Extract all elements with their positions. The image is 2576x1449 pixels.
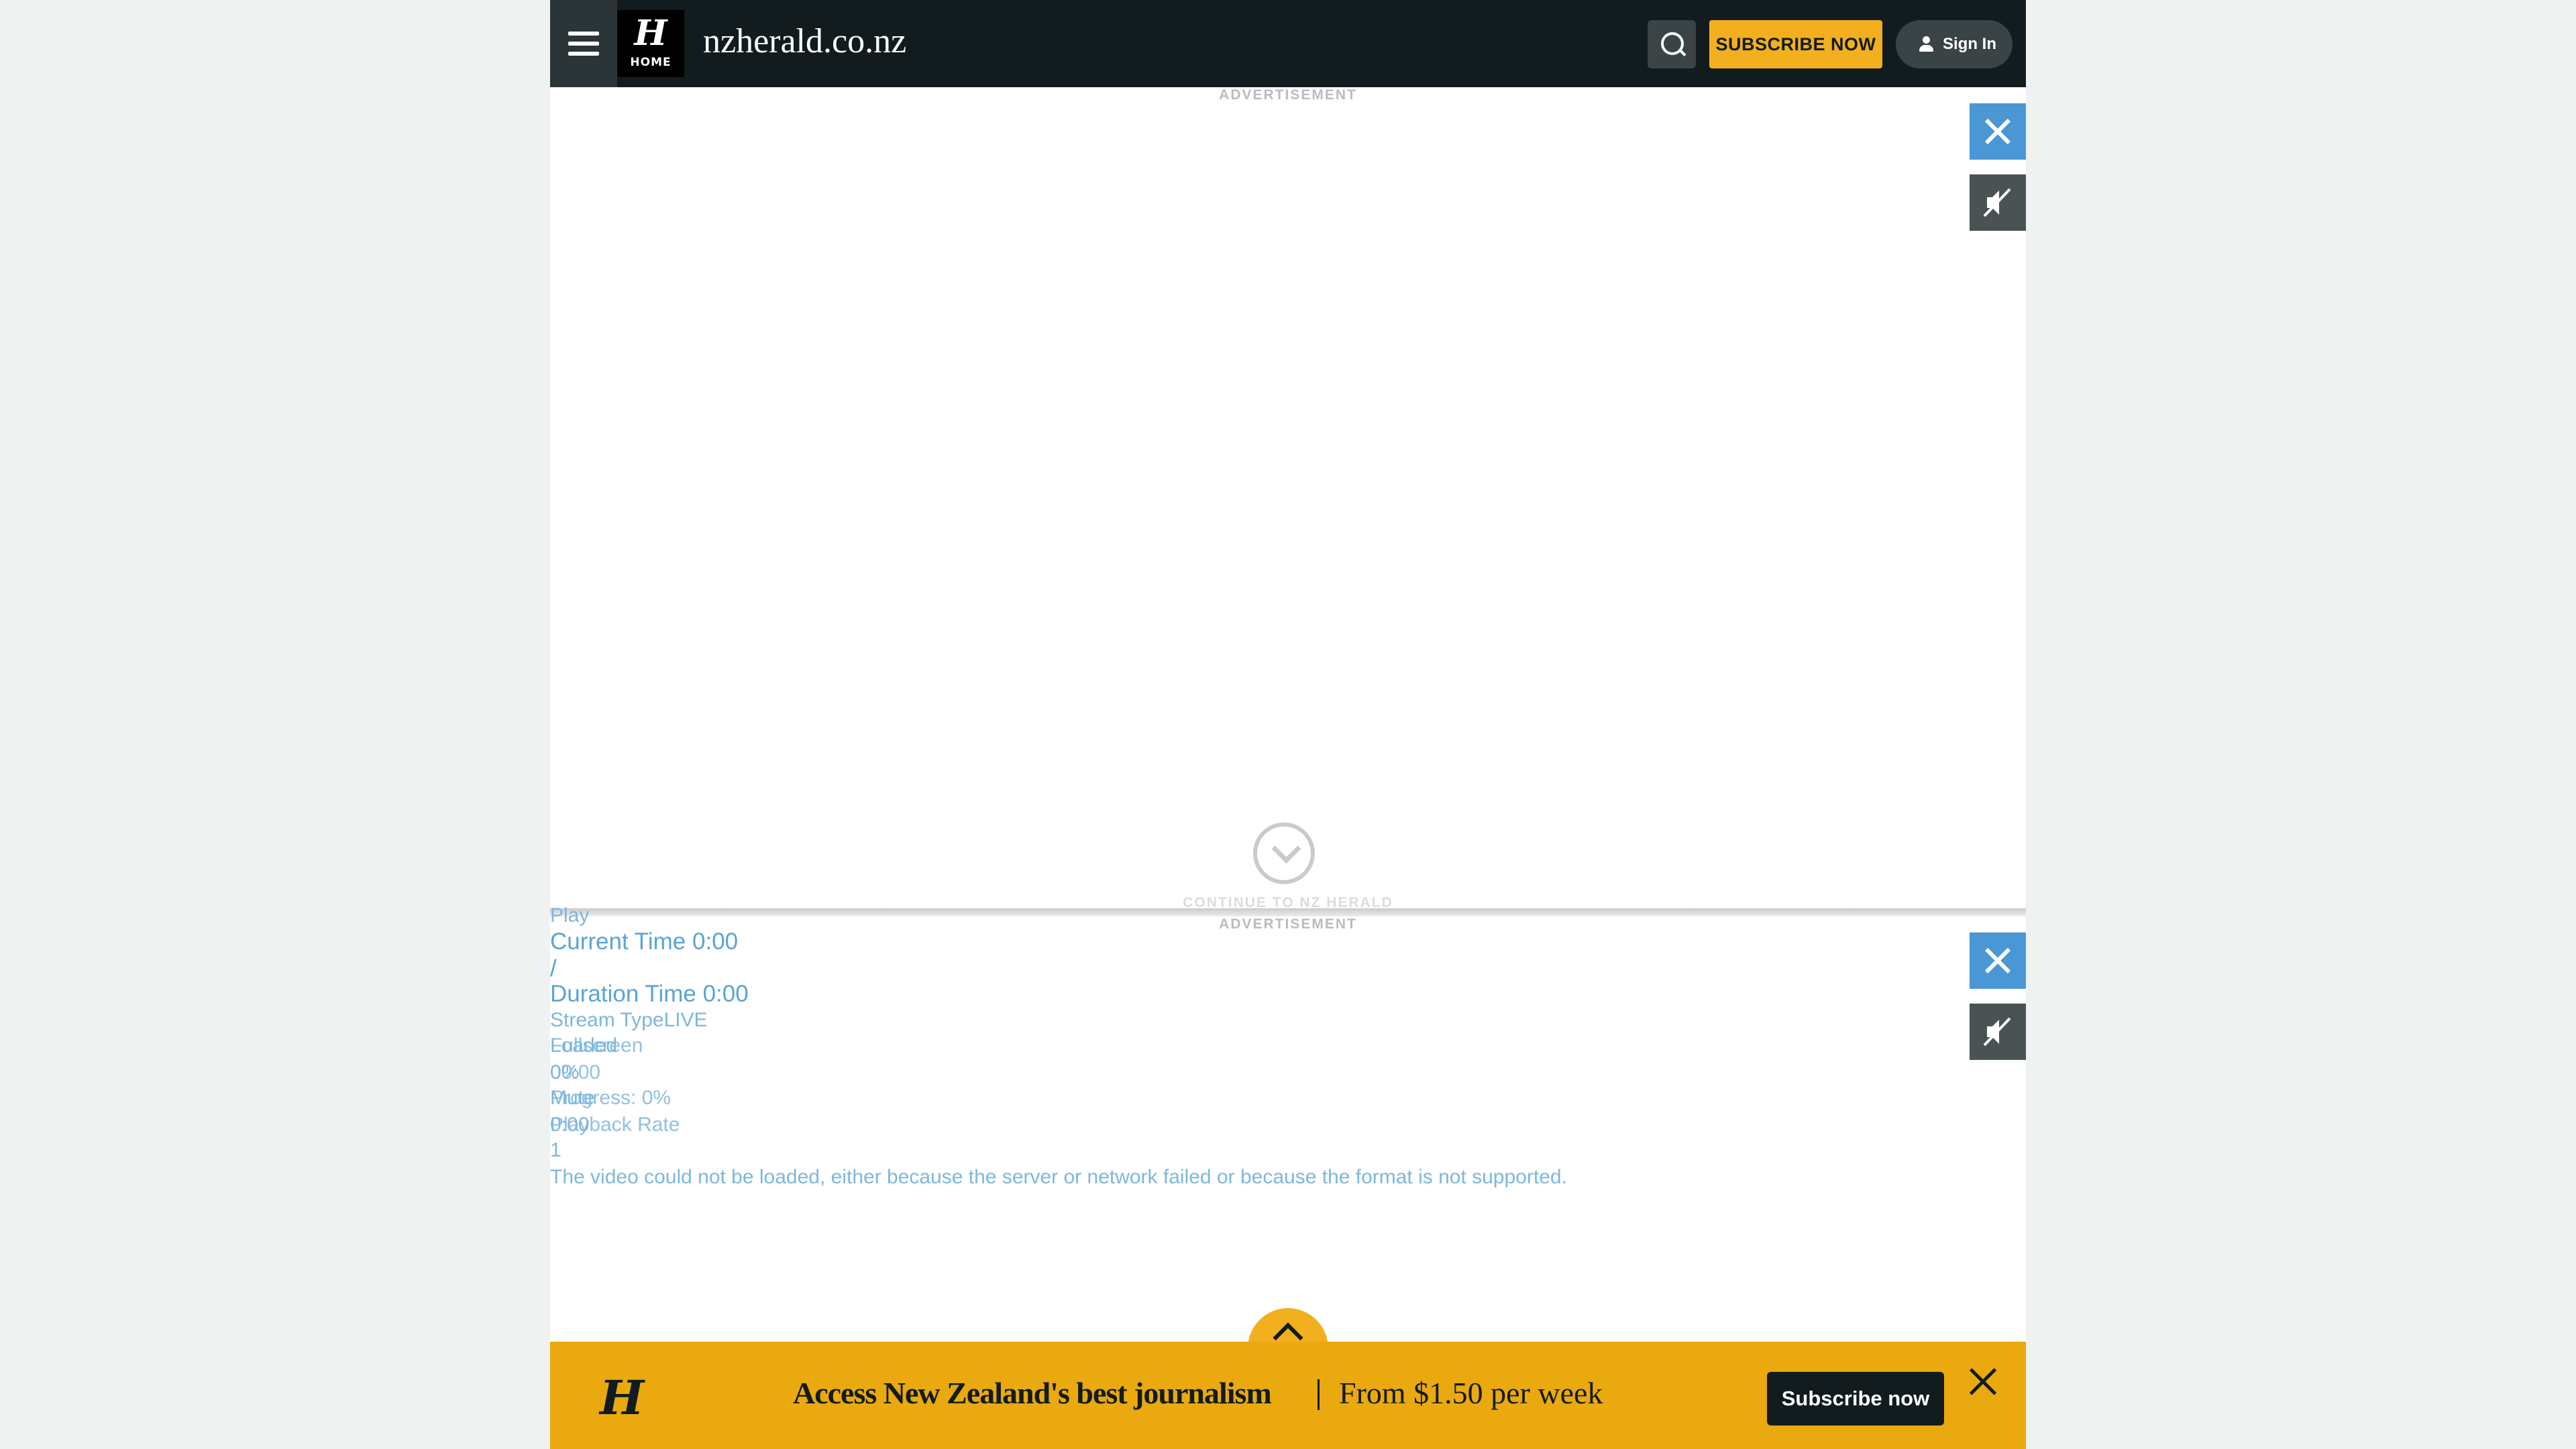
chevron-down-icon: [1271, 834, 1301, 864]
subscribe-now-button[interactable]: SUBSCRIBE NOW: [1709, 20, 1882, 68]
advertisement-label: ADVERTISEMENT: [1219, 87, 1357, 103]
herald-logo-icon: H: [634, 13, 667, 54]
search-button[interactable]: [1648, 20, 1696, 68]
playback-rate-value: 1: [550, 1139, 561, 1161]
banner-separator: [1318, 1379, 1320, 1410]
sign-in-label: Sign In: [1943, 35, 1996, 53]
muted-speaker-icon: [1983, 1017, 2011, 1046]
playback-rate-button[interactable]: Playback Rate: [550, 1114, 680, 1136]
herald-logo-icon: H: [600, 1370, 645, 1426]
stream-type: Stream TypeLIVE: [550, 1009, 708, 1031]
banner-subscribe-button[interactable]: Subscribe now: [1767, 1372, 1944, 1426]
hamburger-icon-line: [568, 32, 599, 36]
menu-button[interactable]: [550, 0, 617, 87]
play-button[interactable]: Play: [550, 904, 589, 927]
site-header: H HOME nzherald.co.nz SUBSCRIBE NOW Sign…: [550, 0, 2026, 87]
banner-close-button[interactable]: [1968, 1367, 1998, 1397]
page: H HOME nzherald.co.nz SUBSCRIBE NOW Sign…: [550, 0, 2026, 1449]
banner-headline: Access New Zealand's best journalism: [793, 1376, 1272, 1410]
hamburger-icon-line: [568, 42, 599, 46]
mute-ad-button[interactable]: [1970, 174, 2026, 231]
muted-speaker-icon: [1983, 188, 2011, 217]
duration-time: Duration Time 0:00: [550, 981, 749, 1007]
divider: [550, 908, 2026, 916]
sign-in-button[interactable]: Sign In: [1896, 20, 2012, 68]
time-divider: /: [550, 955, 557, 981]
mute-ad-button[interactable]: [1970, 1004, 2026, 1060]
site-title[interactable]: nzherald.co.nz: [703, 20, 906, 63]
subscribe-banner: H Access New Zealand's best journalism F…: [550, 1342, 2026, 1449]
time-readout: 00:00: [550, 1061, 601, 1083]
fullscreen-button[interactable]: Fullscreen: [550, 1034, 643, 1057]
banner-price: From $1.50 per week: [1339, 1376, 1603, 1410]
hamburger-icon-line: [568, 52, 599, 56]
home-logo-link[interactable]: H HOME: [617, 10, 684, 77]
video-error-message: The video could not be loaded, either be…: [550, 1166, 1567, 1188]
close-ad-button[interactable]: [1970, 103, 2026, 160]
close-ad-button[interactable]: [1970, 932, 2026, 989]
continue-icon[interactable]: [1253, 822, 1315, 884]
current-time: Current Time 0:00: [550, 928, 739, 955]
advertisement-label: ADVERTISEMENT: [1219, 916, 1357, 932]
home-label: HOME: [630, 56, 672, 69]
user-icon: [1917, 36, 1935, 54]
progress-label: Progress: 0%: [550, 1087, 672, 1109]
